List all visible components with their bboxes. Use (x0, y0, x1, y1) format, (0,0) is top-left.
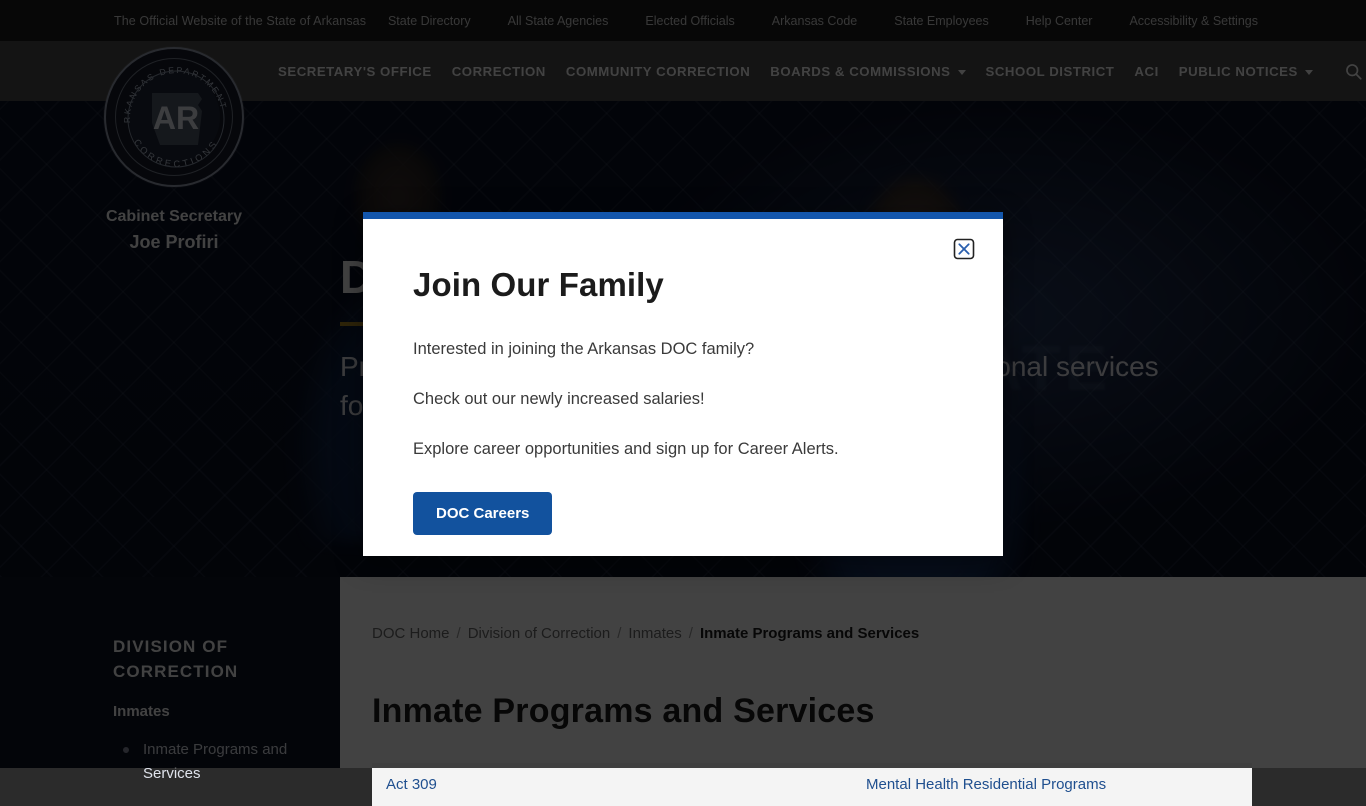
modal-body: Join Our Family Interested in joining th… (363, 219, 1003, 535)
close-icon[interactable] (952, 237, 976, 261)
join-our-family-modal: Join Our Family Interested in joining th… (363, 212, 1003, 556)
program-link-mental-health-residential-programs[interactable]: Mental Health Residential Programs (852, 763, 1252, 806)
doc-careers-button[interactable]: DOC Careers (413, 492, 552, 535)
modal-paragraph-1: Interested in joining the Arkansas DOC f… (413, 338, 955, 361)
modal-title: Join Our Family (413, 266, 955, 304)
program-link-act-309[interactable]: Act 309 (372, 763, 852, 806)
close-boxed-x-glyph (953, 238, 975, 260)
modal-paragraph-2: Check out our newly increased salaries! (413, 388, 955, 411)
modal-paragraph-3: Explore career opportunities and sign up… (413, 438, 955, 461)
program-table-row: Act 309 Mental Health Residential Progra… (372, 763, 1252, 806)
